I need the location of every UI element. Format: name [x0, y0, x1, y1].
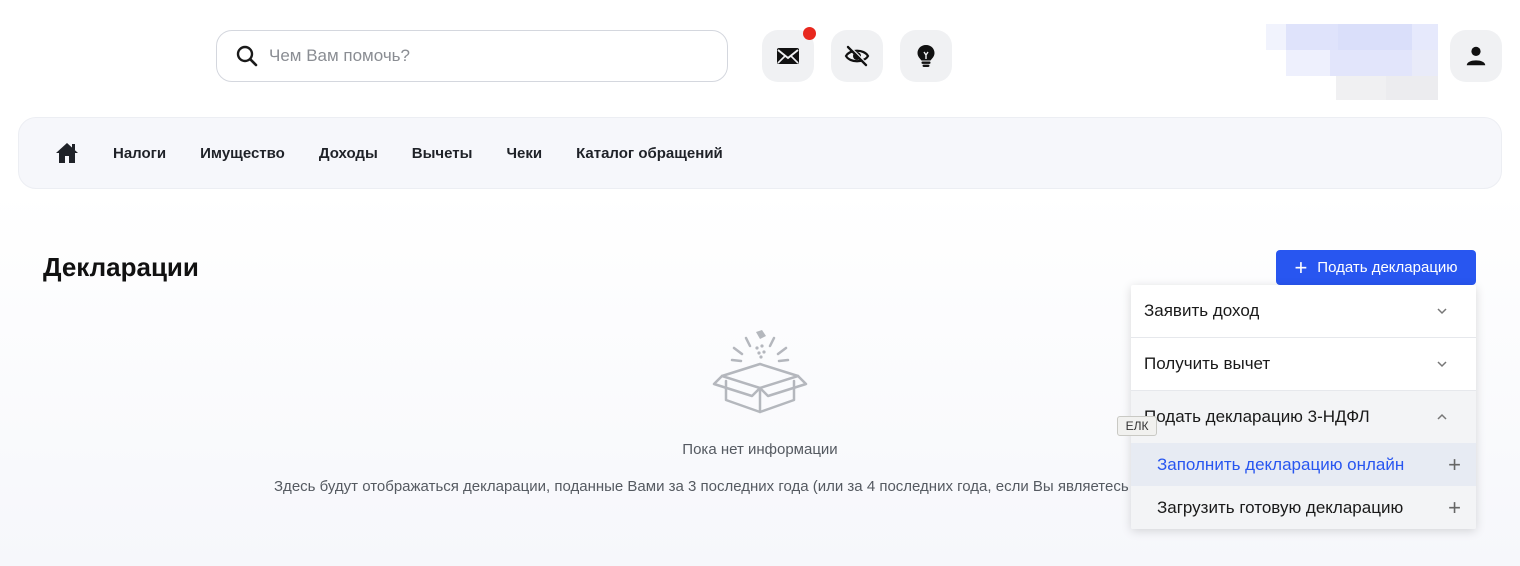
menu-item-label: Заявить доход	[1144, 301, 1260, 320]
mail-button[interactable]	[762, 27, 816, 82]
submenu-item-fill-online[interactable]: Заполнить декларацию онлайн +	[1131, 443, 1476, 486]
empty-box-icon	[712, 330, 808, 414]
submenu-item-label: Загрузить готовую декларацию	[1157, 497, 1404, 517]
mail-icon	[777, 48, 799, 64]
plus-icon: +	[1448, 494, 1461, 520]
submenu-item-upload-ready[interactable]: Загрузить готовую декларацию +	[1131, 486, 1476, 529]
tips-button[interactable]	[900, 30, 952, 82]
tooltip: ЕЛК	[1117, 416, 1157, 436]
submenu-item-label: Заполнить декларацию онлайн	[1157, 454, 1405, 474]
plus-icon: +	[1448, 451, 1461, 477]
chevron-down-icon	[1437, 308, 1447, 315]
eye-off-icon	[844, 45, 870, 67]
menu-item-label: Получить вычет	[1144, 354, 1271, 373]
submit-declaration-button[interactable]: + Подать декларацию	[1276, 250, 1476, 285]
search-box[interactable]	[216, 30, 728, 82]
menu-item-submit-3ndfl[interactable]: Подать декларацию 3-НДФЛ	[1131, 391, 1476, 444]
menu-item-declare-income[interactable]: Заявить доход	[1131, 285, 1476, 338]
menu-item-label: Подать декларацию 3-НДФЛ	[1144, 407, 1370, 426]
user-profile-button[interactable]	[1450, 30, 1502, 82]
page-title: Декларации	[43, 252, 199, 282]
home-icon[interactable]	[55, 141, 79, 165]
chevron-up-icon	[1437, 413, 1447, 420]
user-icon	[1466, 46, 1486, 66]
declaration-dropdown-menu: Заявить доход Получить вычет Подать декл…	[1131, 285, 1476, 529]
nav-item-deductions[interactable]: Вычеты	[412, 145, 473, 162]
plus-icon: +	[1294, 254, 1308, 280]
empty-state-description: Здесь будут отображаться декларации, под…	[274, 478, 1129, 495]
user-name-blurred	[1266, 24, 1438, 102]
lightbulb-icon	[917, 45, 935, 67]
chevron-down-icon	[1437, 361, 1447, 368]
header	[0, 0, 1520, 112]
search-icon	[236, 45, 258, 67]
search-input[interactable]	[269, 46, 689, 66]
main-navigation: Налоги Имущество Доходы Вычеты Чеки Ката…	[18, 117, 1502, 189]
nav-item-requests-catalog[interactable]: Каталог обращений	[576, 145, 723, 162]
nav-item-income[interactable]: Доходы	[319, 145, 378, 162]
visibility-toggle-button[interactable]	[831, 30, 883, 82]
nav-item-receipts[interactable]: Чеки	[506, 145, 542, 162]
nav-item-property[interactable]: Имущество	[200, 145, 285, 162]
menu-item-get-deduction[interactable]: Получить вычет	[1131, 338, 1476, 391]
nav-item-taxes[interactable]: Налоги	[113, 145, 166, 162]
submit-declaration-label: Подать декларацию	[1317, 259, 1458, 276]
notification-badge	[803, 27, 816, 40]
